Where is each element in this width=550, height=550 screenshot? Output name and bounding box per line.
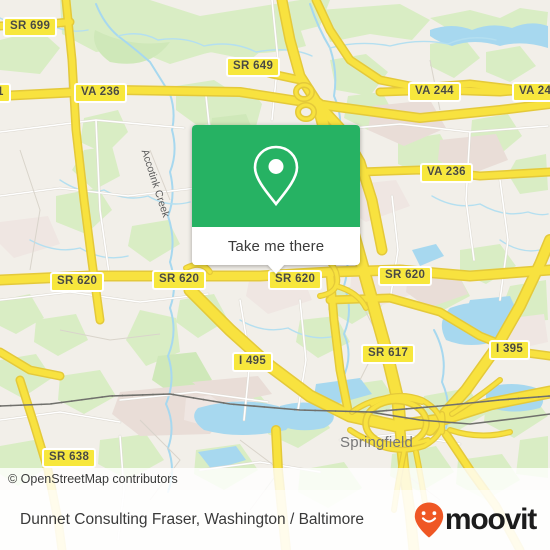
road-shield: SR 617 <box>361 344 416 364</box>
road-shield: I 395 <box>489 340 531 360</box>
road-shield: SR 620 <box>50 272 105 292</box>
map-screenshot-root: .green { fill:#d9edc4; } .green2 { fill:… <box>0 0 550 550</box>
destination-popup-card[interactable]: Take me there <box>192 125 360 274</box>
popup-action-area[interactable]: Take me there <box>192 227 360 274</box>
road-shield: SR 699 <box>3 17 58 37</box>
road-shield: SR 638 <box>42 448 97 468</box>
moovit-logo[interactable]: moovit <box>414 502 537 538</box>
map-pin-icon <box>248 142 304 210</box>
road-shield: I 495 <box>232 352 274 372</box>
popup-pin-area <box>192 125 360 227</box>
map-attribution: © OpenStreetMap contributors <box>0 468 550 490</box>
road-shield: VA 236 <box>420 163 473 183</box>
popup-pointer-tip <box>267 264 285 274</box>
road-shield: SR 649 <box>226 57 281 77</box>
road-shield: SR 620 <box>152 270 207 290</box>
location-title: Dunnet Consulting Fraser, Washington / B… <box>20 511 365 528</box>
road-shield: VA 236 <box>74 83 127 103</box>
road-shield: VA 244 <box>408 82 461 102</box>
road-shield: VA 244 <box>512 82 550 102</box>
moovit-smiley-pin-icon <box>414 502 444 538</box>
moovit-wordmark: moovit <box>444 503 537 536</box>
attribution-text: © OpenStreetMap contributors <box>8 472 178 486</box>
road-shield: 1 <box>0 83 11 103</box>
place-label-springfield: Springfield <box>340 434 414 451</box>
road-shield: SR 620 <box>378 266 433 286</box>
footer-bar: Dunnet Consulting Fraser, Washington / B… <box>0 490 550 550</box>
take-me-there-label: Take me there <box>227 237 325 255</box>
